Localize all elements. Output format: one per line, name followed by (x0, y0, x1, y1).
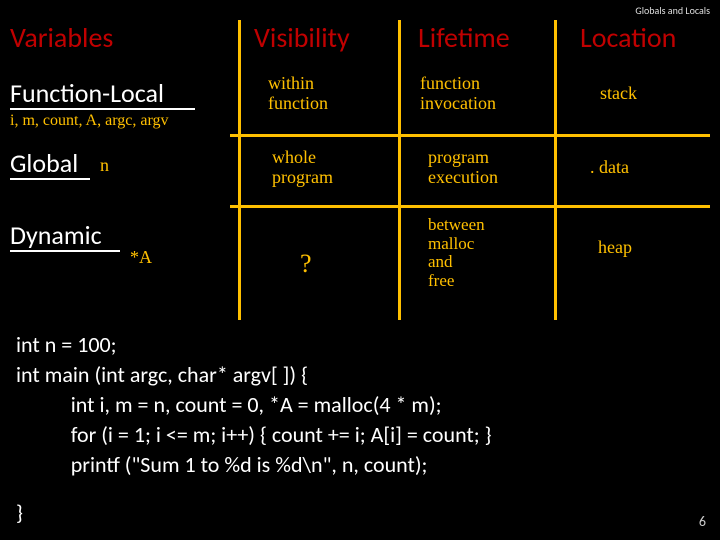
grid-h1 (230, 134, 710, 137)
underline-fl (10, 108, 195, 110)
hand-g-lifetime: program execution (428, 148, 498, 188)
slide: Globals and Locals Variables Visibility … (0, 0, 720, 540)
topic-label: Globals and Locals (635, 4, 710, 17)
row-dynamic: Dynamic (10, 222, 102, 248)
hand-fl-vars: i, m, count, A, argc, argv (10, 112, 169, 130)
code-l2: int main (int argc, char* argv[ ]) { (16, 360, 308, 390)
hand-d-lifetime: between malloc and free (428, 216, 485, 291)
code-l4: for (i = 1; i <= m; i++) { count += i; A… (16, 420, 492, 450)
code-l3: int i, m = n, count = 0, *A = malloc(4 *… (16, 390, 442, 420)
row-function-local: Function-Local (10, 80, 164, 106)
hand-fl-location: stack (600, 84, 637, 104)
grid-v1 (238, 20, 241, 320)
code-l6: } (16, 498, 23, 528)
hand-d-location: heap (598, 238, 632, 258)
col-lifetime: Lifetime (418, 24, 510, 52)
col-visibility: Visibility (254, 24, 350, 52)
col-location: Location (580, 24, 676, 52)
hand-g-location: . data (590, 158, 629, 178)
hand-d-visibility: ? (300, 250, 312, 279)
col-variables: Variables (10, 24, 113, 52)
code-l1: int n = 100; (16, 330, 117, 360)
row-global: Global (10, 150, 78, 176)
grid-v2 (398, 20, 401, 320)
hand-g-vars: n (100, 156, 109, 176)
code-l5: printf ("Sum 1 to %d is %d\n", n, count)… (16, 450, 427, 480)
slide-number: 6 (699, 513, 706, 530)
hand-g-visibility: whole program (272, 148, 333, 188)
grid-v3 (554, 20, 557, 320)
grid-h2 (230, 205, 710, 208)
underline-global (10, 178, 90, 180)
underline-dynamic (10, 250, 120, 252)
hand-fl-visibility: within function (268, 74, 328, 114)
hand-d-vars: *A (130, 248, 152, 268)
hand-fl-lifetime: function invocation (420, 74, 496, 114)
